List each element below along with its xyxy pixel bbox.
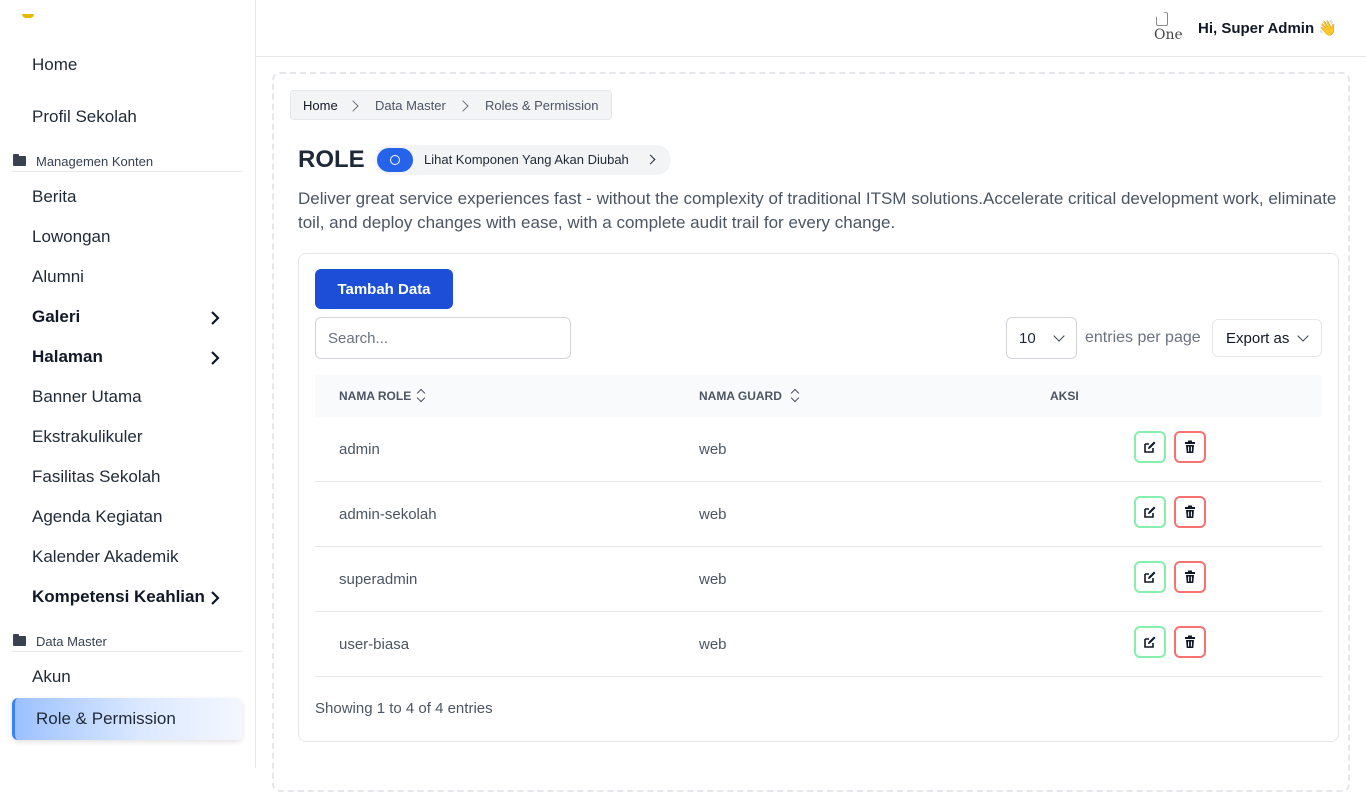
sort-icon[interactable] [791, 389, 799, 403]
column-header-aksi: AKSI [1050, 389, 1079, 403]
edit-button[interactable] [1134, 496, 1166, 528]
page-title: ROLE [298, 146, 365, 173]
cell-role: user-biasa [339, 636, 410, 653]
broken-image-icon [1156, 12, 1168, 26]
entries-value: 10 [1019, 330, 1036, 347]
delete-button[interactable] [1174, 431, 1206, 463]
cell-guard: web [699, 441, 727, 458]
trash-icon [1185, 505, 1195, 518]
sidebar-item-profil-sekolah[interactable]: Profil Sekolah [32, 107, 137, 127]
sidebar-item-kalender-akademik[interactable]: Kalender Akademik [32, 547, 178, 567]
entries-per-page-label: entries per page [1085, 329, 1201, 346]
trash-icon [1185, 440, 1195, 453]
section-data-master: Data Master [12, 632, 242, 652]
add-data-button[interactable]: Tambah Data [315, 269, 453, 309]
entries-per-page-select[interactable]: 10 [1006, 317, 1077, 359]
chevron-right-icon[interactable] [208, 591, 222, 605]
breadcrumb-roles-permission[interactable]: Roles & Permission [485, 98, 598, 113]
delete-button[interactable] [1174, 561, 1206, 593]
trash-icon [1185, 570, 1195, 583]
pagination-info: Showing 1 to 4 of 4 entries [315, 700, 493, 717]
table-row: superadmin web [315, 547, 1322, 612]
chevron-right-icon[interactable] [208, 351, 222, 365]
chevron-right-icon[interactable] [208, 311, 222, 325]
edit-button[interactable] [1134, 626, 1166, 658]
cell-guard: web [699, 506, 727, 523]
avatar-alt-text: One [1154, 27, 1183, 43]
sidebar-item-banner-utama[interactable]: Banner Utama [32, 387, 142, 407]
chevron-right-icon [457, 100, 469, 112]
delete-button[interactable] [1174, 626, 1206, 658]
sidebar-item-agenda-kegiatan[interactable]: Agenda Kegiatan [32, 507, 162, 527]
cell-role: superadmin [339, 571, 418, 588]
search-input[interactable] [315, 317, 571, 359]
table-row: user-biasa web [315, 612, 1322, 677]
delete-button[interactable] [1174, 496, 1206, 528]
avatar[interactable]: One [1152, 12, 1184, 44]
user-greeting[interactable]: Hi, Super Admin 👋 [1198, 19, 1337, 37]
section-label: Managemen Konten [36, 154, 154, 169]
table-row: admin web [315, 417, 1322, 482]
table-row: admin-sekolah web [315, 482, 1322, 547]
folder-icon [13, 154, 26, 166]
view-components-label: Lihat Komponen Yang Akan Diubah [424, 152, 629, 167]
sidebar-item-role-permission[interactable]: Role & Permission [12, 698, 242, 740]
page-description: Deliver great service experiences fast -… [298, 189, 1337, 232]
edit-icon [1144, 506, 1156, 518]
sidebar-item-berita[interactable]: Berita [32, 187, 76, 207]
section-managemen-konten: Managemen Konten [12, 152, 242, 172]
info-icon [377, 148, 413, 172]
logo [22, 14, 34, 18]
column-header-nama-role[interactable]: NAMA ROLE [339, 389, 411, 403]
sidebar-item-label: Role & Permission [36, 709, 176, 728]
cell-role: admin [339, 441, 380, 458]
chevron-down-icon [1053, 330, 1065, 342]
chevron-down-icon [1297, 330, 1309, 342]
sidebar-item-ekstrakulikuler[interactable]: Ekstrakulikuler [32, 427, 143, 447]
edit-button[interactable] [1134, 561, 1166, 593]
column-header-nama-guard[interactable]: NAMA GUARD [699, 389, 782, 403]
topbar: One Hi, Super Admin 👋 [256, 0, 1366, 57]
chevron-right-icon [347, 100, 359, 112]
chevron-right-icon [645, 154, 656, 165]
sidebar-item-galeri[interactable]: Galeri [32, 307, 80, 327]
export-label: Export as [1226, 330, 1290, 347]
sidebar-item-fasilitas-sekolah[interactable]: Fasilitas Sekolah [32, 467, 161, 487]
sidebar-item-halaman[interactable]: Halaman [32, 347, 103, 367]
sort-icon[interactable] [417, 389, 425, 403]
view-components-button[interactable]: Lihat Komponen Yang Akan Diubah [375, 145, 671, 175]
cell-role: admin-sekolah [339, 506, 437, 523]
sidebar-item-alumni[interactable]: Alumni [32, 267, 84, 287]
edit-icon [1144, 571, 1156, 583]
edit-icon [1144, 636, 1156, 648]
cell-guard: web [699, 636, 727, 653]
edit-icon [1144, 441, 1156, 453]
sidebar: Home Profil Sekolah Managemen Konten Ber… [0, 0, 256, 768]
trash-icon [1185, 635, 1195, 648]
breadcrumb-home[interactable]: Home [303, 98, 338, 113]
sidebar-item-akun[interactable]: Akun [32, 667, 71, 687]
section-label: Data Master [36, 634, 107, 649]
folder-icon [13, 634, 26, 646]
cell-guard: web [699, 571, 727, 588]
sidebar-item-kompetensi-keahlian[interactable]: Kompetensi Keahlian [32, 587, 205, 607]
sidebar-item-home[interactable]: Home [32, 55, 77, 75]
table-header: NAMA ROLE NAMA GUARD AKSI [315, 375, 1322, 417]
breadcrumb-data-master[interactable]: Data Master [375, 98, 446, 113]
sidebar-item-lowongan[interactable]: Lowongan [32, 227, 110, 247]
breadcrumb: Home Data Master Roles & Permission [290, 90, 612, 120]
export-dropdown[interactable]: Export as [1212, 319, 1322, 357]
edit-button[interactable] [1134, 431, 1166, 463]
